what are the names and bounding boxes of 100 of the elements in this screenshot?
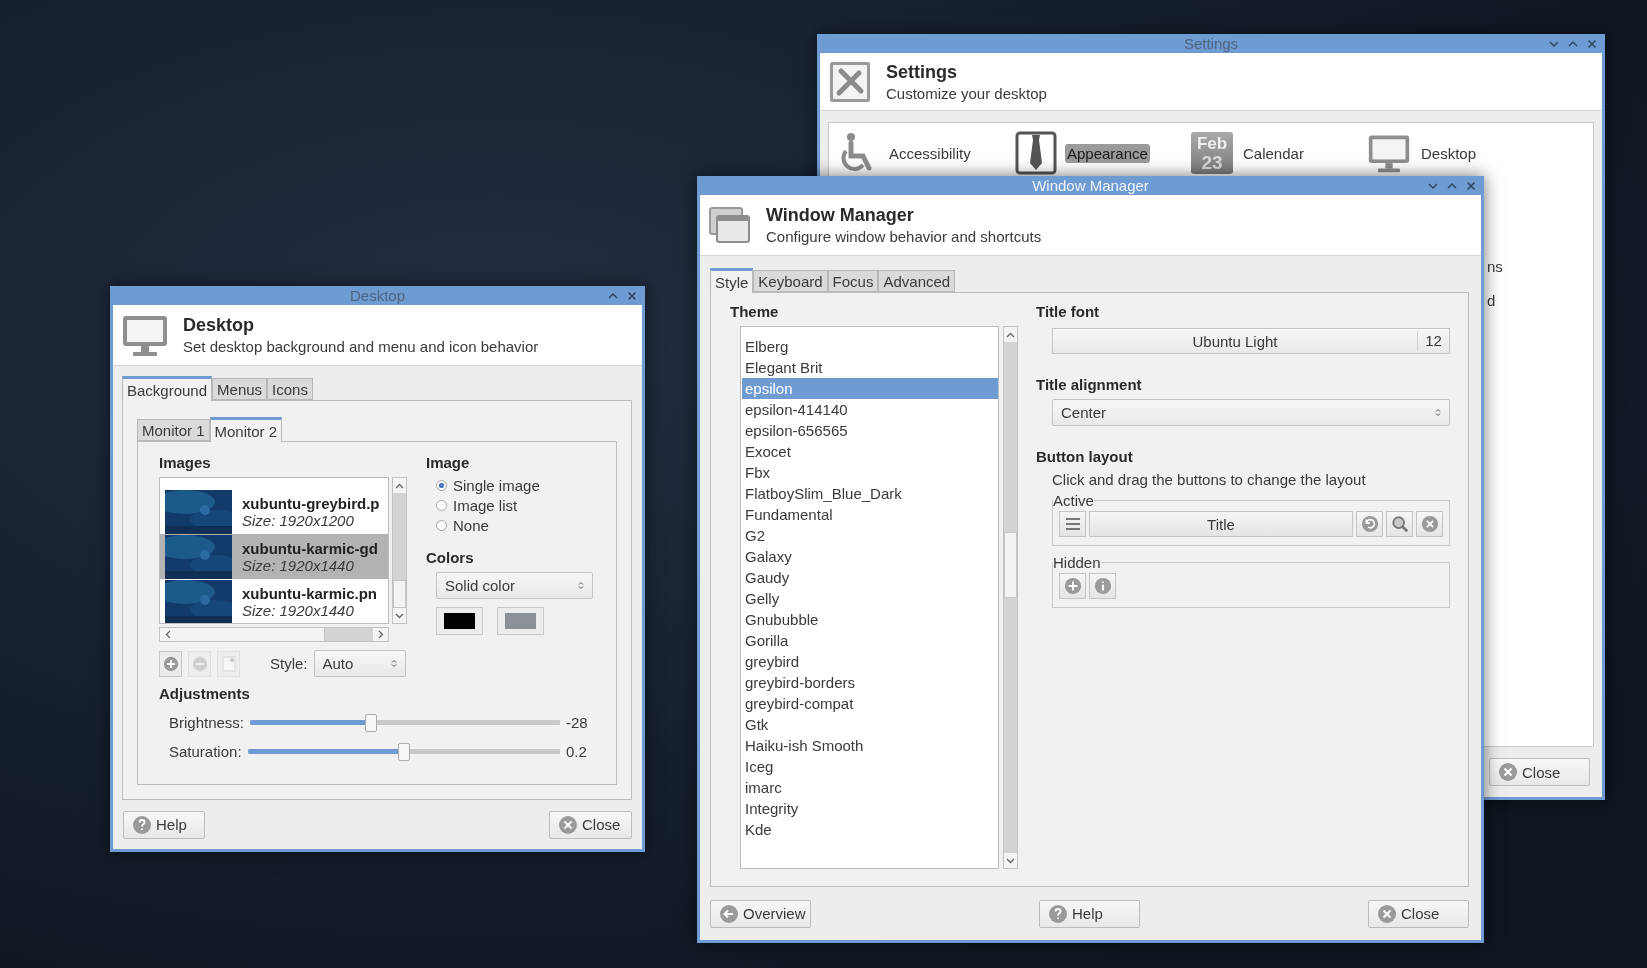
- tab[interactable]: Keyboard: [753, 270, 828, 292]
- list-item[interactable]: Fbx: [742, 462, 998, 483]
- tab[interactable]: Focus: [827, 270, 879, 292]
- list-item[interactable]: Gaudy: [742, 567, 998, 588]
- list-item[interactable]: Fundamental: [742, 504, 998, 525]
- settings-item[interactable]: Accessibility: [887, 143, 973, 163]
- list-item[interactable]: Elberg: [742, 336, 998, 357]
- list-item[interactable]: epsilon-414140: [742, 399, 998, 420]
- list-item[interactable]: Exocet: [742, 441, 998, 462]
- scrollbar[interactable]: [392, 477, 407, 624]
- list-item[interactable]: Elegant Brit: [742, 357, 998, 378]
- radio-option[interactable]: Image list: [436, 495, 596, 515]
- section-label: Image: [426, 454, 471, 471]
- image-size: Size: 1920x1440: [242, 556, 354, 574]
- tab[interactable]: Menus: [212, 378, 268, 400]
- tab[interactable]: Background: [122, 376, 213, 401]
- close-icon: [1420, 515, 1439, 533]
- close-icon[interactable]: [1465, 179, 1477, 192]
- close-icon[interactable]: [1586, 37, 1598, 50]
- layout-button[interactable]: [1356, 511, 1383, 537]
- list-item[interactable]: Galaxy: [742, 546, 998, 567]
- list-item[interactable]: greybird-borders: [742, 672, 998, 693]
- font-button[interactable]: Ubuntu Light 12: [1052, 328, 1450, 354]
- image-item[interactable]: xubuntu-karmic-gd Size: 1920x1440: [160, 534, 388, 579]
- scrollbar-thumb[interactable]: [1004, 532, 1017, 598]
- close-button[interactable]: Close: [1489, 758, 1590, 786]
- settings-item[interactable]: Desktop: [1419, 143, 1479, 163]
- close-icon[interactable]: [626, 289, 638, 302]
- radio-button[interactable]: [436, 479, 447, 491]
- close-button[interactable]: Close: [549, 810, 632, 839]
- slider-handle[interactable]: [364, 713, 377, 732]
- layout-button[interactable]: [1059, 573, 1086, 599]
- tab[interactable]: Monitor 1: [137, 419, 210, 441]
- calendar-icon: Feb 23: [1191, 132, 1233, 174]
- tab[interactable]: Advanced: [878, 270, 956, 292]
- search-icon: [1390, 515, 1409, 533]
- settings-item[interactable]: Calendar: [1241, 143, 1306, 163]
- help-icon: [132, 814, 152, 835]
- section-label: Images: [159, 454, 212, 471]
- list-item[interactable]: greybird: [742, 651, 998, 672]
- layout-button[interactable]: [1089, 573, 1116, 599]
- radio-button[interactable]: [436, 519, 447, 531]
- window-subtitle: Customize your desktop: [886, 84, 1047, 102]
- radio-option[interactable]: None: [436, 515, 596, 535]
- list-item[interactable]: Gnububble: [742, 609, 998, 630]
- list-item[interactable]: epsilon-656565: [742, 420, 998, 441]
- radio-label: Single image: [453, 476, 540, 494]
- settings-item[interactable]: Appearance: [1065, 143, 1150, 163]
- style-dropdown[interactable]: Auto: [313, 650, 406, 677]
- window-title: Settings: [1183, 34, 1239, 53]
- image-item[interactable]: xubuntu-karmic.pn Size: 1920x1440: [160, 579, 388, 623]
- close-button[interactable]: Close: [1368, 899, 1469, 928]
- window-title: Window Manager: [1032, 176, 1149, 195]
- help-button[interactable]: Help: [1039, 899, 1140, 928]
- slider-handle[interactable]: [397, 742, 410, 761]
- layout-button[interactable]: [1059, 511, 1086, 537]
- layout-button[interactable]: [1386, 511, 1413, 537]
- color-button[interactable]: [436, 607, 483, 635]
- scrollbar[interactable]: [1003, 326, 1018, 869]
- window-heading: Settings: [886, 61, 958, 83]
- window-heading: Desktop: [183, 315, 255, 336]
- color-mode-dropdown[interactable]: Solid color: [436, 572, 593, 599]
- settings-item[interactable]: d: [1487, 292, 1593, 309]
- image-size: Size: 1920x1440: [242, 601, 354, 619]
- tab[interactable]: Monitor 2: [209, 417, 283, 442]
- hint-text: Click and drag the buttons to change the layout: [1052, 471, 1367, 488]
- overview-button[interactable]: Overview: [710, 899, 811, 928]
- help-button[interactable]: Help: [123, 810, 205, 839]
- section-label: Button layout: [1036, 448, 1134, 465]
- undo-icon: [1360, 515, 1379, 533]
- tab[interactable]: Icons: [267, 378, 313, 400]
- scrollbar[interactable]: [159, 627, 389, 642]
- layout-button[interactable]: [1416, 511, 1443, 537]
- list-item[interactable]: imarc: [742, 777, 998, 798]
- radio-label: None: [453, 516, 489, 534]
- slider-label: Brightness:: [169, 714, 245, 731]
- radio-button[interactable]: [436, 499, 447, 511]
- image-item[interactable]: xubuntu-greybird.p Size: 1920x1200: [160, 489, 388, 534]
- list-item[interactable]: greybird-compat: [742, 693, 998, 714]
- list-item[interactable]: G2: [742, 525, 998, 546]
- alignment-dropdown[interactable]: Center: [1052, 399, 1450, 426]
- settings-item[interactable]: ns: [1487, 258, 1593, 275]
- tool-button[interactable]: [159, 650, 182, 677]
- scrollbar-thumb[interactable]: [393, 580, 406, 608]
- color-button[interactable]: [497, 607, 544, 635]
- title-slot[interactable]: Title: [1089, 511, 1353, 537]
- list-item[interactable]: FlatboySlim_Blue_Dark: [742, 483, 998, 504]
- list-item[interactable]: Kde: [742, 819, 998, 840]
- section-label: Title font: [1036, 303, 1101, 320]
- image-size: Size: 1920x1200: [242, 511, 354, 529]
- list-item[interactable]: Gelly: [742, 588, 998, 609]
- tab[interactable]: Style: [710, 268, 754, 293]
- list-item[interactable]: Iceg: [742, 756, 998, 777]
- combo-arrows-icon: [578, 581, 584, 590]
- list-item[interactable]: Gorilla: [742, 630, 998, 651]
- list-item[interactable]: Haiku-ish Smooth: [742, 735, 998, 756]
- list-item[interactable]: Integrity: [742, 798, 998, 819]
- slider-label: Saturation:: [169, 743, 242, 760]
- list-item[interactable]: Gtk: [742, 714, 998, 735]
- radio-option[interactable]: Single image: [436, 475, 596, 495]
